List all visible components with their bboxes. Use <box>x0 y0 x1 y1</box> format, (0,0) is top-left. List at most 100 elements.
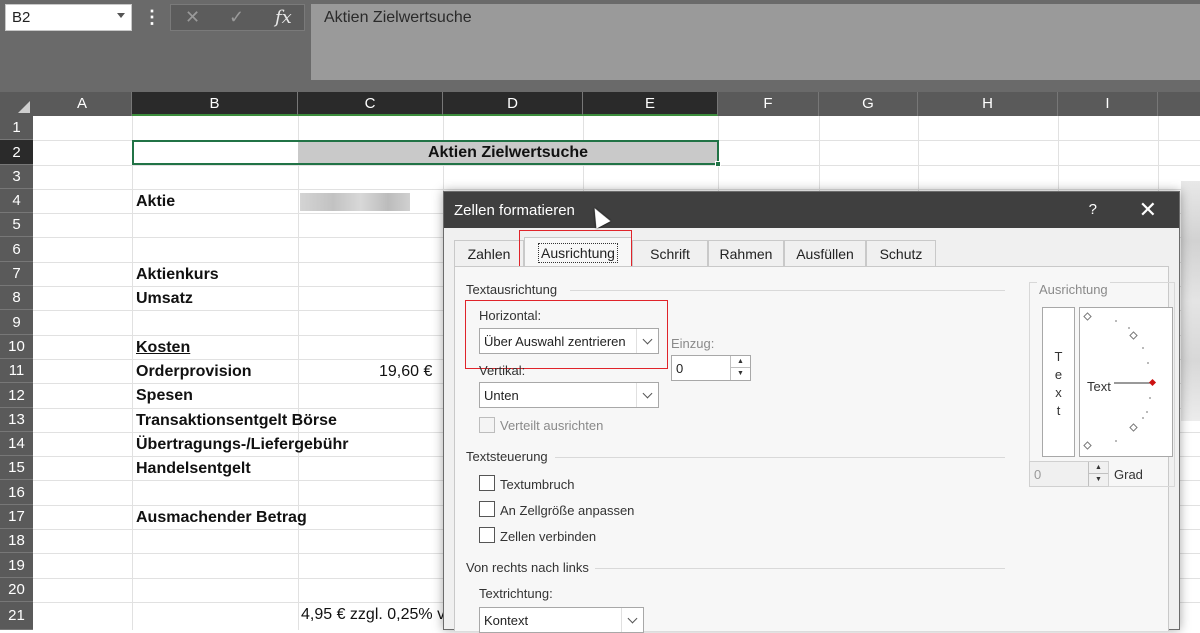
textrichtung-select[interactable]: Kontext <box>479 607 644 633</box>
cell-orderprovision-label[interactable]: Orderprovision <box>136 360 252 384</box>
blurred-stock-name <box>300 193 410 211</box>
vertikal-label: Vertikal: <box>479 363 526 378</box>
spin-down-icon[interactable]: ▼ <box>730 368 750 380</box>
column-header-g[interactable]: G <box>819 92 918 116</box>
cell-kosten-label[interactable]: Kosten <box>136 336 190 360</box>
section-divider <box>595 568 1005 569</box>
row-header[interactable]: 9 <box>0 310 33 335</box>
grad-label: Grad <box>1114 467 1143 482</box>
spin-down-icon[interactable]: ▼ <box>1088 474 1108 486</box>
textsteuerung-heading: Textsteuerung <box>466 449 548 464</box>
formula-bar-area: B2 ⋮ ✕ ✓ fx Aktien Zielwertsuche <box>0 0 1200 92</box>
row-header[interactable]: 21 <box>0 602 33 630</box>
row-header[interactable]: 13 <box>0 408 33 432</box>
row-header[interactable]: 16 <box>0 480 33 505</box>
einzug-label: Einzug: <box>671 336 715 351</box>
cell-aktienkurs-label[interactable]: Aktienkurs <box>136 263 219 287</box>
section-divider <box>555 457 1005 458</box>
cell-umsatz-label[interactable]: Umsatz <box>136 287 193 311</box>
row-header[interactable]: 2 <box>0 140 33 165</box>
tab-ausfuellen[interactable]: Ausfüllen <box>784 240 866 266</box>
verteilt-checkbox[interactable] <box>479 417 495 433</box>
cell-handelsentgelt-label[interactable]: Handelsentgelt <box>136 457 251 481</box>
verteilt-label: Verteilt ausrichten <box>500 418 604 433</box>
row-header[interactable]: 8 <box>0 286 33 310</box>
chevron-down-icon <box>621 608 643 632</box>
textausrichtung-heading: Textausrichtung <box>466 282 558 297</box>
column-header-c[interactable]: C <box>298 92 443 116</box>
section-divider <box>570 290 1005 291</box>
name-box-value: B2 <box>12 9 31 26</box>
tab-zahlen[interactable]: Zahlen <box>454 240 524 266</box>
textumbruch-checkbox[interactable] <box>479 475 495 491</box>
row-header[interactable]: 4 <box>0 189 33 213</box>
row-header[interactable]: 12 <box>0 383 33 408</box>
formula-buttons: ✕ ✓ fx <box>170 4 305 31</box>
select-all-button[interactable] <box>0 92 33 116</box>
rtl-heading: Von rechts nach links <box>466 560 589 575</box>
column-header-e[interactable]: E <box>583 92 718 116</box>
row-header[interactable]: 5 <box>0 213 33 237</box>
row-header[interactable]: 11 <box>0 359 33 383</box>
tab-schutz[interactable]: Schutz <box>866 240 936 266</box>
dialog-title-bar[interactable]: Zellen formatieren <box>444 192 1179 228</box>
blurred-area <box>1181 181 1200 421</box>
chevron-down-icon <box>636 383 658 407</box>
column-header-d[interactable]: D <box>443 92 583 116</box>
row-header[interactable]: 15 <box>0 456 33 480</box>
column-header-f[interactable]: F <box>718 92 819 116</box>
zellgroesse-label: An Zellgröße anpassen <box>500 503 635 518</box>
column-header-i[interactable]: I <box>1058 92 1158 116</box>
spin-up-icon[interactable]: ▲ <box>730 356 750 368</box>
row-header[interactable]: 19 <box>0 553 33 578</box>
close-icon[interactable]: ✕ <box>1139 197 1157 223</box>
more-options-icon[interactable]: ⋮ <box>143 4 161 31</box>
dial-text-label: Text <box>1087 379 1111 394</box>
vertikal-select[interactable]: Unten <box>479 382 659 408</box>
textumbruch-label: Textumbruch <box>500 477 575 492</box>
grad-spinner[interactable]: 0 ▲ ▼ <box>1029 461 1109 487</box>
column-header-b[interactable]: B <box>132 92 298 116</box>
cell-aktie-label[interactable]: Aktie <box>136 190 175 214</box>
row-header[interactable]: 3 <box>0 165 33 189</box>
cell-ausmachender-betrag-label[interactable]: Ausmachender Betrag <box>136 506 307 530</box>
cell-row21-note[interactable]: 4,95 € zzgl. 0,25% v <box>301 603 445 627</box>
selected-range <box>132 140 719 165</box>
row-header[interactable]: 17 <box>0 505 33 529</box>
row-header[interactable]: 14 <box>0 432 33 456</box>
row-header[interactable]: 10 <box>0 335 33 359</box>
enter-icon[interactable]: ✓ <box>229 7 244 28</box>
insert-function-icon[interactable]: fx <box>275 7 292 28</box>
row-header[interactable]: 20 <box>0 578 33 602</box>
zellen-verbinden-checkbox[interactable] <box>479 527 495 543</box>
zellen-verbinden-label: Zellen verbinden <box>500 529 597 544</box>
column-headers: A B C D E F G H I <box>0 92 1200 116</box>
row-header[interactable]: 1 <box>0 116 33 140</box>
name-box[interactable]: B2 <box>5 4 132 31</box>
row-header[interactable]: 7 <box>0 262 33 286</box>
alignment-tab-panel: Textausrichtung Horizontal: Über Auswahl… <box>454 266 1175 633</box>
einzug-spinner[interactable]: 0 ▲ ▼ <box>671 355 751 381</box>
cell-spesen-label[interactable]: Spesen <box>136 384 193 408</box>
tab-rahmen[interactable]: Rahmen <box>708 240 784 266</box>
help-icon[interactable]: ? <box>1089 201 1097 218</box>
fill-handle[interactable] <box>715 161 721 167</box>
ausrichtung-heading: Ausrichtung <box>1037 282 1110 297</box>
formula-input[interactable]: Aktien Zielwertsuche <box>311 4 1200 80</box>
orientation-dial[interactable]: Text <box>1079 307 1173 457</box>
row-header[interactable]: 6 <box>0 237 33 262</box>
cell-uebertragung-label[interactable]: Übertragungs-/Liefergebühr <box>136 433 348 457</box>
column-header-a[interactable]: A <box>33 92 132 116</box>
tab-schrift[interactable]: Schrift <box>632 240 708 266</box>
format-cells-dialog: Zellen formatieren ? ✕ Zahlen Ausrichtun… <box>443 191 1180 633</box>
spin-up-icon[interactable]: ▲ <box>1088 462 1108 474</box>
cancel-icon[interactable]: ✕ <box>185 7 200 28</box>
vertical-text-button[interactable]: T e x t <box>1042 307 1075 457</box>
cell-orderprovision-value[interactable]: 19,60 € <box>379 360 432 384</box>
zellgroesse-checkbox[interactable] <box>479 501 495 517</box>
cell-transaktionsentgelt-label[interactable]: Transaktionsentgelt Börse <box>136 409 337 433</box>
column-header-h[interactable]: H <box>918 92 1058 116</box>
dialog-title: Zellen formatieren <box>454 202 575 219</box>
row-header[interactable]: 18 <box>0 529 33 553</box>
name-box-dropdown-icon[interactable] <box>117 13 125 18</box>
